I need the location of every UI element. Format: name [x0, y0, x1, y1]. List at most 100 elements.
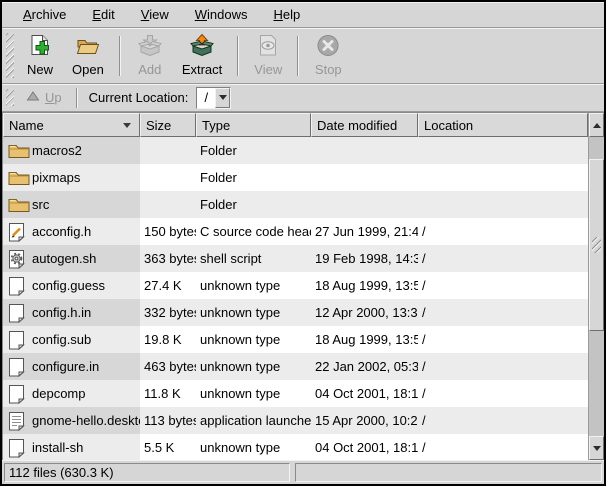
- location-bar: Up Current Location: /: [2, 84, 604, 112]
- document-lines-icon: [8, 411, 32, 431]
- scroll-up-button[interactable]: [589, 113, 604, 137]
- table-row[interactable]: pixmapsFolder: [3, 164, 588, 191]
- file-name: src: [32, 197, 49, 212]
- file-name-cell: config.guess: [3, 272, 140, 299]
- file-type: unknown type: [196, 380, 311, 407]
- column-header-name[interactable]: Name: [3, 113, 140, 137]
- file-size: 5.5 K: [140, 434, 196, 460]
- menu-archive[interactable]: Archive: [10, 4, 79, 25]
- extract-button[interactable]: Extract: [174, 31, 230, 80]
- file-name: acconfig.h: [32, 224, 91, 239]
- column-header-type-label: Type: [202, 118, 230, 133]
- column-header-location[interactable]: Location: [418, 113, 588, 137]
- status-secondary-panel: [295, 463, 602, 482]
- file-name-cell: config.h.in: [3, 299, 140, 326]
- document-icon: [8, 303, 32, 323]
- file-name-cell: config.sub: [3, 326, 140, 353]
- file-date-modified: 22 Jan 2002, 05:35: [311, 353, 418, 380]
- new-button[interactable]: New: [18, 31, 62, 80]
- sort-arrow-icon: [123, 123, 131, 128]
- toolbar-separator: [237, 36, 239, 76]
- menu-help[interactable]: Help: [260, 4, 313, 25]
- file-name-cell: configure.in: [3, 353, 140, 380]
- file-size: 11.8 K: [140, 380, 196, 407]
- file-size: 113 bytes: [140, 407, 196, 434]
- new-button-label: New: [27, 63, 53, 77]
- table-row[interactable]: autogen.sh363 bytesshell script19 Feb 19…: [3, 245, 588, 272]
- file-type: unknown type: [196, 272, 311, 299]
- toolbar-separator: [297, 36, 299, 76]
- file-name: config.h.in: [32, 305, 91, 320]
- scrollbar-thumb[interactable]: [589, 159, 604, 331]
- file-date-modified: 12 Apr 2000, 13:36: [311, 299, 418, 326]
- file-name: gnome-hello.desktop: [32, 413, 140, 428]
- location-combo: /: [196, 87, 231, 109]
- table-header-row: Name Size Type Date modified Location: [3, 113, 588, 137]
- up-button: Up: [19, 88, 69, 107]
- table-row[interactable]: config.h.in 332 bytesunknown type12 Apr 2…: [3, 299, 588, 326]
- main-toolbar: New Open Add: [2, 28, 604, 84]
- menu-view[interactable]: View: [128, 4, 182, 25]
- table-row[interactable]: configure.in463 bytesunknown type22 Jan …: [3, 353, 588, 380]
- file-location: [418, 191, 588, 218]
- location-input[interactable]: /: [197, 88, 215, 108]
- toolbar-grip-handle[interactable]: [6, 33, 14, 78]
- menu-edit[interactable]: Edit: [79, 4, 127, 25]
- file-location: /: [418, 434, 588, 460]
- column-header-date-modified-label: Date modified: [317, 118, 397, 133]
- file-name-cell: src: [3, 191, 140, 218]
- column-header-type[interactable]: Type: [196, 113, 311, 137]
- view-button-label: View: [254, 63, 282, 77]
- open-button[interactable]: Open: [64, 31, 112, 80]
- vertical-scrollbar[interactable]: [588, 113, 604, 460]
- file-name: autogen.sh: [32, 251, 96, 266]
- file-name-cell: pixmaps: [3, 164, 140, 191]
- table-row[interactable]: macros2Folder: [3, 137, 588, 164]
- file-date-modified: [311, 137, 418, 164]
- scroll-down-button[interactable]: [589, 436, 604, 460]
- document-icon: [8, 384, 32, 404]
- table-row[interactable]: config.guess27.4 Kunknown type18 Aug 199…: [3, 272, 588, 299]
- extract-icon: [189, 33, 215, 62]
- location-bar-grip-handle[interactable]: [6, 89, 14, 106]
- toolbar-separator: [119, 36, 121, 76]
- file-name-cell: autogen.sh: [3, 245, 140, 272]
- stop-icon: [315, 33, 341, 62]
- menu-bar: Archive Edit View Windows Help: [2, 2, 604, 28]
- file-size: 332 bytes: [140, 299, 196, 326]
- document-icon: [8, 357, 32, 377]
- scrollbar-track[interactable]: [589, 137, 604, 436]
- add-button-label: Add: [138, 63, 161, 77]
- archive-manager-window: Archive Edit View Windows Help New: [2, 2, 604, 484]
- file-location: [418, 164, 588, 191]
- file-rows: macros2FolderpixmapsFoldersrcFolderaccon…: [3, 137, 588, 460]
- table-row[interactable]: config.sub19.8 Kunknown type18 Aug 1999,…: [3, 326, 588, 353]
- scrollbar-thumb-grip: [592, 237, 601, 253]
- file-date-modified: 04 Oct 2001, 18:12: [311, 380, 418, 407]
- menu-windows[interactable]: Windows: [182, 4, 261, 25]
- stop-button: Stop: [306, 31, 350, 80]
- table-row[interactable]: depcomp11.8 Kunknown type04 Oct 2001, 18…: [3, 380, 588, 407]
- table-row[interactable]: install-sh5.5 Kunknown type04 Oct 2001, …: [3, 434, 588, 460]
- file-location: /: [418, 326, 588, 353]
- scroll-down-icon: [593, 446, 601, 451]
- column-header-size[interactable]: Size: [140, 113, 196, 137]
- column-header-name-label: Name: [9, 118, 44, 133]
- file-location: /: [418, 407, 588, 434]
- document-gear-icon: [8, 249, 32, 269]
- file-name-cell: depcomp: [3, 380, 140, 407]
- location-dropdown-button[interactable]: [215, 88, 230, 108]
- file-date-modified: 18 Aug 1999, 13:53: [311, 272, 418, 299]
- file-type: Folder: [196, 191, 311, 218]
- file-name-cell: install-sh: [3, 434, 140, 460]
- column-header-date-modified[interactable]: Date modified: [311, 113, 418, 137]
- file-date-modified: [311, 164, 418, 191]
- file-location: /: [418, 245, 588, 272]
- table-row[interactable]: gnome-hello.desktop113 bytesapplication …: [3, 407, 588, 434]
- table-row[interactable]: acconfig.h150 bytesC source code header2…: [3, 218, 588, 245]
- file-type: unknown type: [196, 299, 311, 326]
- table-row[interactable]: src Folder: [3, 191, 588, 218]
- file-date-modified: 19 Feb 1998, 14:31: [311, 245, 418, 272]
- file-location: /: [418, 299, 588, 326]
- file-name: install-sh: [32, 440, 83, 455]
